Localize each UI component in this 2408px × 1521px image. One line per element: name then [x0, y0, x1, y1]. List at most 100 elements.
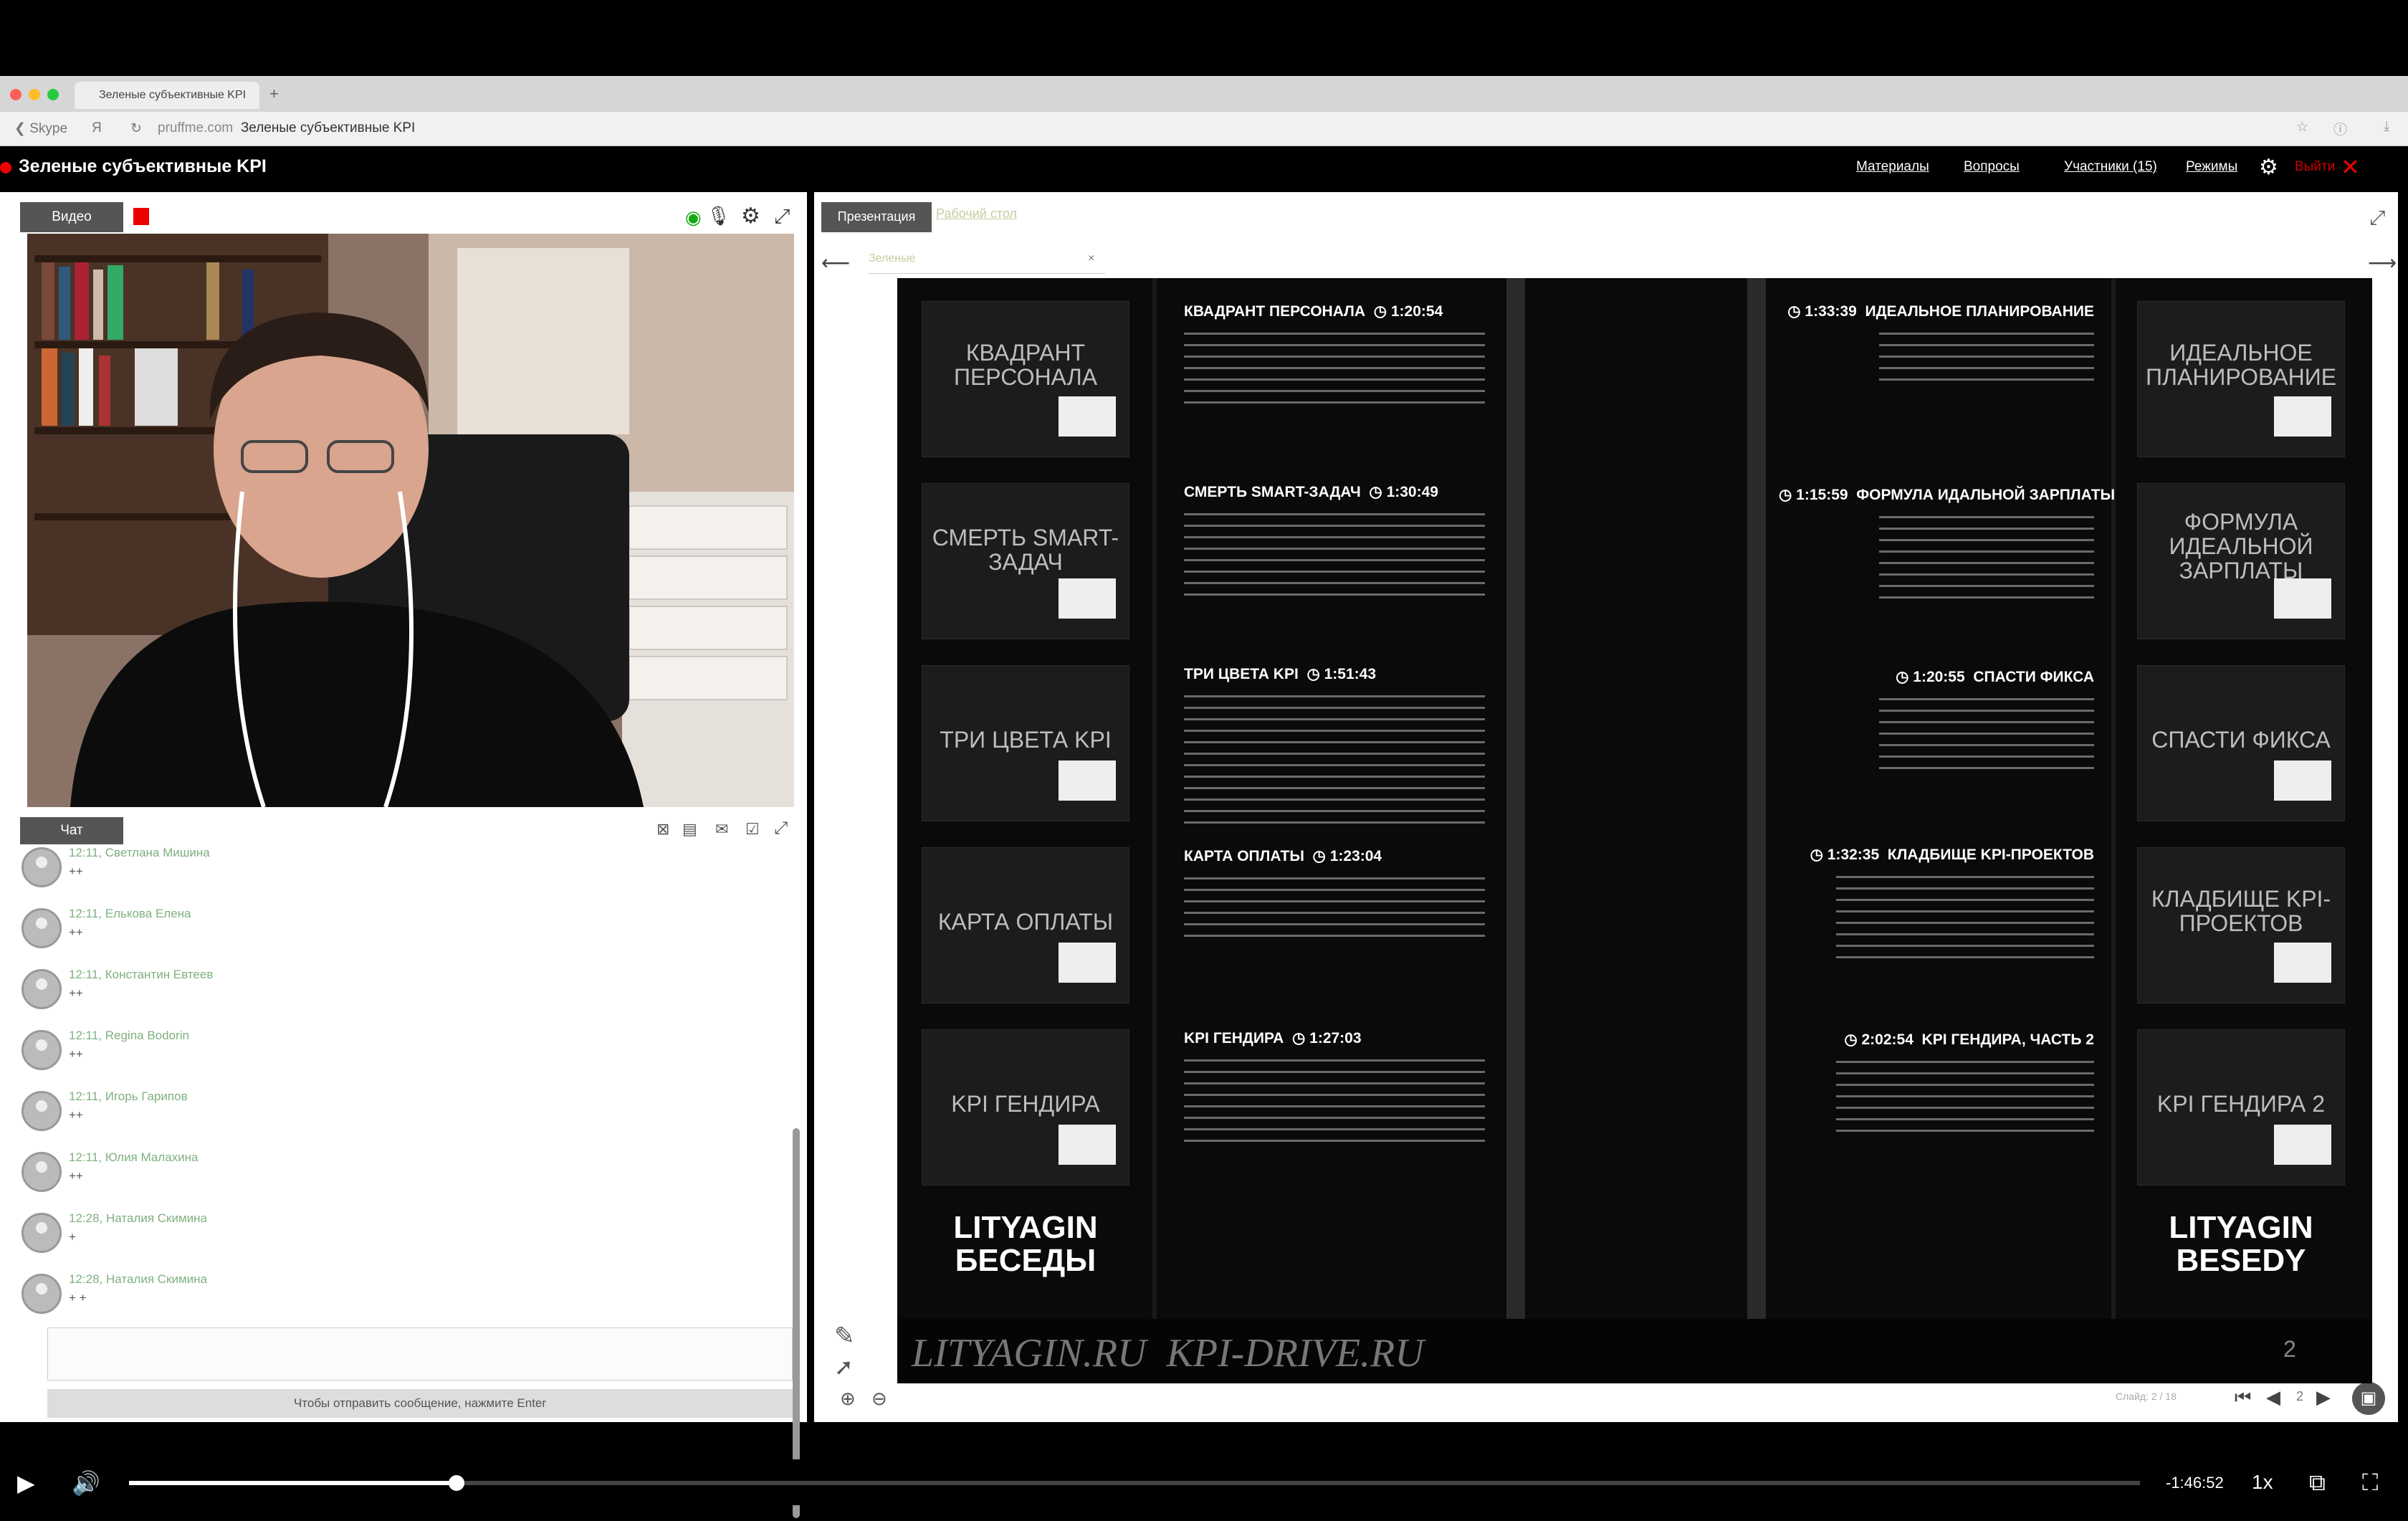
- playback-speed[interactable]: 1x: [2252, 1471, 2273, 1494]
- expand-presentation-icon[interactable]: ⤢: [2369, 206, 2385, 230]
- chat-name: Юлия Малахина: [105, 1150, 199, 1164]
- chat-message: 12:11, Светлана Мишина ++: [22, 846, 796, 908]
- fullscreen-icon[interactable]: ⛶: [2362, 1469, 2378, 1497]
- gear-icon[interactable]: ⚙: [2259, 155, 2278, 180]
- item-description: [1836, 1057, 2094, 1135]
- close-file-icon[interactable]: ×: [1088, 252, 1094, 265]
- chat-time: 12:11: [69, 907, 99, 920]
- progress-bar[interactable]: [129, 1475, 2140, 1491]
- item-time: 1:33:39: [1805, 303, 1857, 320]
- item-title-text: КАРТА ОПЛАТЫ: [1184, 848, 1304, 864]
- first-slide-icon[interactable]: ⏮: [2235, 1386, 2251, 1409]
- expand-video-icon[interactable]: ⤢: [774, 205, 790, 229]
- item-description: [1184, 328, 1485, 407]
- chat-message: 12:11, Игорь Гарипов ++: [22, 1090, 796, 1152]
- pointer-icon[interactable]: ➚: [834, 1353, 854, 1381]
- item-time: 1:51:43: [1324, 666, 1377, 682]
- info-icon[interactable]: ⓘ: [2333, 119, 2347, 138]
- close-icon[interactable]: ✕: [2341, 153, 2360, 181]
- back-button[interactable]: ❮ Skype: [14, 120, 67, 137]
- pencil-icon[interactable]: ✎: [834, 1322, 855, 1350]
- avatar: [22, 1030, 62, 1070]
- thumb-label: КАРТА ОПЛАТЫ: [937, 909, 1114, 935]
- tab-video[interactable]: Видео: [20, 202, 123, 232]
- chat-input[interactable]: [47, 1327, 793, 1381]
- chat-time: 12:11: [69, 1029, 99, 1042]
- presentation-slide: КВАДРАНТ ПЕРСОНАЛА СМЕРТЬ SMART-ЗАДАЧ ТР…: [897, 278, 2372, 1383]
- chat-text: + +: [69, 1291, 87, 1305]
- slide-footer-text: LITYAGIN.RU KPI-DRIVE.RU: [912, 1331, 1424, 1375]
- close-window-button[interactable]: [10, 89, 22, 100]
- chat-text: ++: [69, 864, 83, 878]
- thumb-label: КЛАДБИЩЕ KPI-ПРОЕКТОВ: [2151, 886, 2331, 936]
- zoom-out-icon[interactable]: ⊖: [871, 1388, 887, 1410]
- tab-desktop[interactable]: Рабочий стол: [936, 206, 1017, 221]
- reload-icon[interactable]: ↻: [130, 120, 142, 137]
- check-icon[interactable]: ☑: [745, 820, 760, 839]
- yandex-icon[interactable]: Я: [92, 120, 102, 136]
- chat-text: ++: [69, 1108, 83, 1122]
- clear-chat-icon[interactable]: ⊠: [656, 820, 669, 839]
- chat-text: ++: [69, 1047, 83, 1061]
- thumb-three-colors: ТРИ ЦВЕТА KPI: [922, 665, 1129, 821]
- thumb-label: KPI ГЕНДИРА 2: [2156, 1091, 2326, 1117]
- item-title-text: ИДЕАЛЬНОЕ ПЛАНИРОВАНИЕ: [1865, 303, 2094, 320]
- camera-status-icon[interactable]: ◉: [685, 206, 702, 229]
- item-description: [1184, 691, 1485, 827]
- nav-modes[interactable]: Режимы: [2186, 159, 2237, 175]
- current-slide-number: 2: [2296, 1389, 2304, 1403]
- zoom-in-icon[interactable]: ⊕: [840, 1388, 856, 1410]
- logo-line: LITYAGIN: [2169, 1210, 2313, 1245]
- mail-icon[interactable]: ✉: [715, 820, 728, 839]
- minimize-window-button[interactable]: [29, 89, 40, 100]
- nav-materials[interactable]: Материалы: [1856, 159, 1929, 175]
- tab-video-label: Видео: [52, 209, 92, 224]
- volume-icon[interactable]: 🔊: [72, 1469, 100, 1497]
- thumb-pay-map: КАРТА ОПЛАТЫ: [922, 847, 1129, 1003]
- maximize-window-button[interactable]: [47, 89, 59, 100]
- back-button-label: Skype: [29, 121, 68, 136]
- chat-time: 12:28: [69, 1211, 100, 1225]
- next-file-arrow-icon[interactable]: ⟶: [2368, 251, 2397, 275]
- thumb-label: СПАСТИ ФИКСА: [2151, 727, 2331, 753]
- url-field[interactable]: pruffme.com Зеленые субъективные KPI: [158, 120, 415, 136]
- thumb-mini-slide: [2274, 396, 2331, 437]
- play-button[interactable]: ▶: [17, 1469, 35, 1497]
- record-icon[interactable]: [133, 208, 149, 225]
- item-description: [1184, 1055, 1485, 1145]
- item-title-text: КВАДРАНТ ПЕРСОНАЛА: [1184, 303, 1366, 320]
- tab-chat[interactable]: Чат: [20, 817, 123, 844]
- slide-page-number: 2: [2283, 1336, 2296, 1362]
- download-icon[interactable]: ⤓: [2384, 119, 2389, 135]
- prev-file-arrow-icon[interactable]: ⟵: [821, 251, 850, 275]
- new-tab-button[interactable]: +: [269, 85, 279, 103]
- nav-questions[interactable]: Вопросы: [1964, 159, 2020, 175]
- item-title: СМЕРТЬ SMART-ЗАДАЧ ◷ 1:30:49: [1184, 484, 1438, 500]
- item-title-text: КЛАДБИЩЕ KPI-ПРОЕКТОВ: [1887, 847, 2094, 863]
- item-description: [1879, 328, 2094, 386]
- progress-knob[interactable]: [449, 1475, 465, 1491]
- thumb-label: ФОРМУЛА ИДЕАЛЬНОЙ ЗАРПЛАТЫ: [2169, 509, 2313, 583]
- thumb-ideal-salary: ФОРМУЛА ИДЕАЛЬНОЙ ЗАРПЛАТЫ: [2137, 483, 2345, 639]
- prev-slide-icon[interactable]: ◀: [2266, 1386, 2280, 1408]
- item-title: ТРИ ЦВЕТА KPI ◷ 1:51:43: [1184, 666, 1377, 682]
- tab-presentation[interactable]: Презентация: [821, 202, 932, 232]
- app-title: Зеленые субъективные KPI: [19, 156, 267, 176]
- captions-icon[interactable]: ▣: [2352, 1382, 2385, 1415]
- expand-chat-icon[interactable]: ⤢: [774, 819, 788, 839]
- nav-participants[interactable]: Участники (15): [2064, 159, 2157, 175]
- lityagin-logo-right: LITYAGIN BESEDY: [2137, 1211, 2345, 1305]
- chat-author: 12:11, Елькова Елена: [69, 907, 191, 920]
- picture-in-picture-icon[interactable]: ⧉: [2309, 1469, 2326, 1497]
- chat-author: 12:11, Игорь Гарипов: [69, 1090, 188, 1103]
- exit-link[interactable]: Выйти: [2295, 159, 2335, 175]
- star-icon[interactable]: ☆: [2296, 119, 2308, 135]
- live-indicator-icon: [0, 162, 11, 173]
- video-settings-icon[interactable]: ⚙: [741, 204, 760, 229]
- next-slide-icon[interactable]: ▶: [2316, 1386, 2331, 1408]
- thumb-kpi-gendir-2: KPI ГЕНДИРА 2: [2137, 1029, 2345, 1186]
- export-excel-icon[interactable]: ▤: [682, 820, 697, 839]
- microphone-icon[interactable]: 🎙: [707, 205, 730, 227]
- browser-tab[interactable]: Зеленые субъективные KPI: [75, 82, 259, 109]
- file-tab[interactable]: Зеленые ×: [869, 252, 1105, 274]
